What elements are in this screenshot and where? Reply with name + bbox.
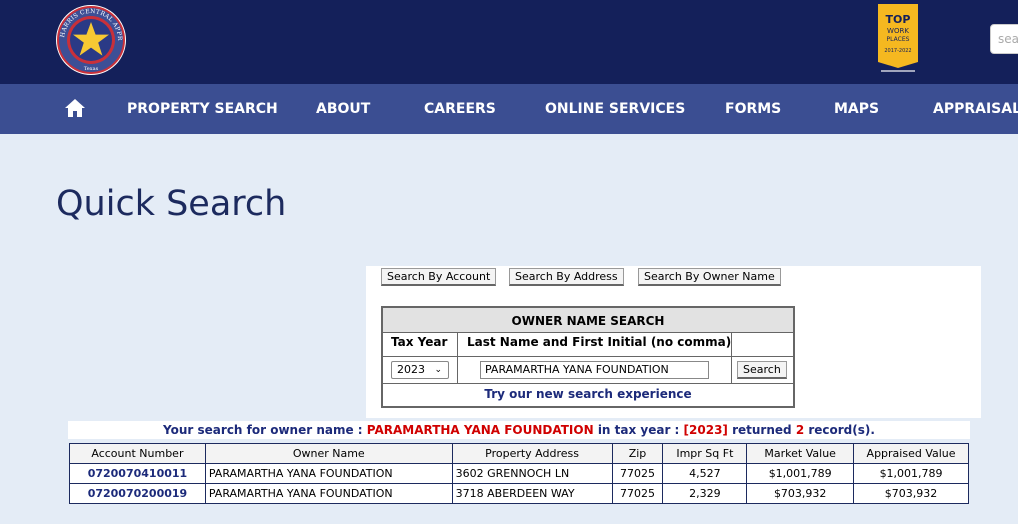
seal-sub: Texas xyxy=(84,66,99,72)
new-search-experience-link[interactable]: Try our new search experience xyxy=(383,387,793,401)
sqft-cell: 2,329 xyxy=(662,483,748,504)
summary-year: [2023] xyxy=(683,423,728,437)
col-market-value: Market Value xyxy=(746,443,855,464)
appraised-value-cell: $703,932 xyxy=(853,483,969,504)
top-workplaces-badge: TOP WORK PLACES 2017-2022 xyxy=(878,4,918,72)
col-account-number: Account Number xyxy=(69,443,206,464)
table-header-row: Account Number Owner Name Property Addre… xyxy=(69,443,969,464)
col-owner-name: Owner Name xyxy=(204,443,453,464)
table-row: 0720070200019 PARAMARTHA YANA FOUNDATION… xyxy=(69,483,969,504)
market-value-cell: $1,001,789 xyxy=(746,463,855,484)
market-value-cell: $703,932 xyxy=(746,483,855,504)
home-icon[interactable] xyxy=(64,98,86,118)
account-number-link[interactable]: 0720070200019 xyxy=(69,483,206,504)
summary-returned: returned xyxy=(727,423,796,437)
col-impr-sq-ft: Impr Sq Ft xyxy=(662,443,748,464)
nav-about[interactable]: ABOUT xyxy=(316,84,370,134)
badge-line-1: TOP xyxy=(886,13,911,26)
search-by-account-button[interactable]: Search By Account xyxy=(381,268,497,286)
account-number-link[interactable]: 0720070410011 xyxy=(69,463,206,484)
nav-careers[interactable]: CAREERS xyxy=(424,84,496,134)
search-button[interactable]: Search xyxy=(737,361,787,379)
col-property-address: Property Address xyxy=(451,443,613,464)
tax-year-header: Tax Year xyxy=(391,335,448,349)
address-cell: 3602 GRENNOCH LN xyxy=(451,463,613,484)
badge-line-2: WORK xyxy=(887,27,909,35)
sqft-cell: 4,527 xyxy=(662,463,748,484)
summary-owner: PARAMARTHA YANA FOUNDATION xyxy=(366,423,594,437)
summary-count: 2 xyxy=(795,423,805,437)
hcad-seal-logo[interactable]: HARRIS CENTRAL APPRAISAL DISTRICT Texas xyxy=(55,4,127,76)
owner-name-input[interactable]: PARAMARTHA YANA FOUNDATION xyxy=(480,361,709,379)
search-by-address-button[interactable]: Search By Address xyxy=(509,268,624,286)
site-search-input[interactable]: sea xyxy=(990,24,1018,54)
table-row: 0720070410011 PARAMARTHA YANA FOUNDATION… xyxy=(69,463,969,484)
appraised-value-cell: $1,001,789 xyxy=(853,463,969,484)
nav-appraisal[interactable]: APPRAISAL xyxy=(933,84,1018,134)
zip-cell: 77025 xyxy=(611,483,664,504)
results-table: Account Number Owner Name Property Addre… xyxy=(69,443,969,504)
badge-line-4: 2017-2022 xyxy=(884,48,911,54)
address-cell: 3718 ABERDEEN WAY xyxy=(451,483,613,504)
nav-online-services[interactable]: ONLINE SERVICES xyxy=(545,84,685,134)
col-appraised-value: Appraised Value xyxy=(853,443,969,464)
owner-search-title: OWNER NAME SEARCH xyxy=(383,308,793,332)
tax-year-select[interactable]: 2023 ⌄ xyxy=(391,361,449,379)
nav-forms[interactable]: FORMS xyxy=(725,84,781,134)
nav-property-search[interactable]: PROPERTY SEARCH xyxy=(127,84,278,134)
search-by-owner-button[interactable]: Search By Owner Name xyxy=(638,268,781,286)
owner-search-form: OWNER NAME SEARCH Tax Year Last Name and… xyxy=(381,306,795,408)
main-nav: PROPERTY SEARCH ABOUT CAREERS ONLINE SER… xyxy=(0,84,1018,134)
summary-mid: in tax year : xyxy=(593,423,684,437)
site-header: HARRIS CENTRAL APPRAISAL DISTRICT Texas … xyxy=(0,0,1018,84)
summary-prefix: Your search for owner name : xyxy=(163,423,367,437)
owner-name-cell: PARAMARTHA YANA FOUNDATION xyxy=(204,463,453,484)
summary-suffix: record(s). xyxy=(804,423,875,437)
results-summary: Your search for owner name : PARAMARTHA … xyxy=(68,421,970,439)
tax-year-value: 2023 xyxy=(397,363,425,376)
zip-cell: 77025 xyxy=(611,463,664,484)
col-zip: Zip xyxy=(611,443,664,464)
nav-maps[interactable]: MAPS xyxy=(834,84,879,134)
badge-line-3: PLACES xyxy=(887,36,910,43)
chevron-down-icon: ⌄ xyxy=(434,365,442,375)
search-panel: Search By Account Search By Address Sear… xyxy=(366,266,981,418)
page-title: Quick Search xyxy=(56,184,287,224)
owner-name-cell: PARAMARTHA YANA FOUNDATION xyxy=(204,483,453,504)
name-header: Last Name and First Initial (no comma) xyxy=(467,335,732,349)
